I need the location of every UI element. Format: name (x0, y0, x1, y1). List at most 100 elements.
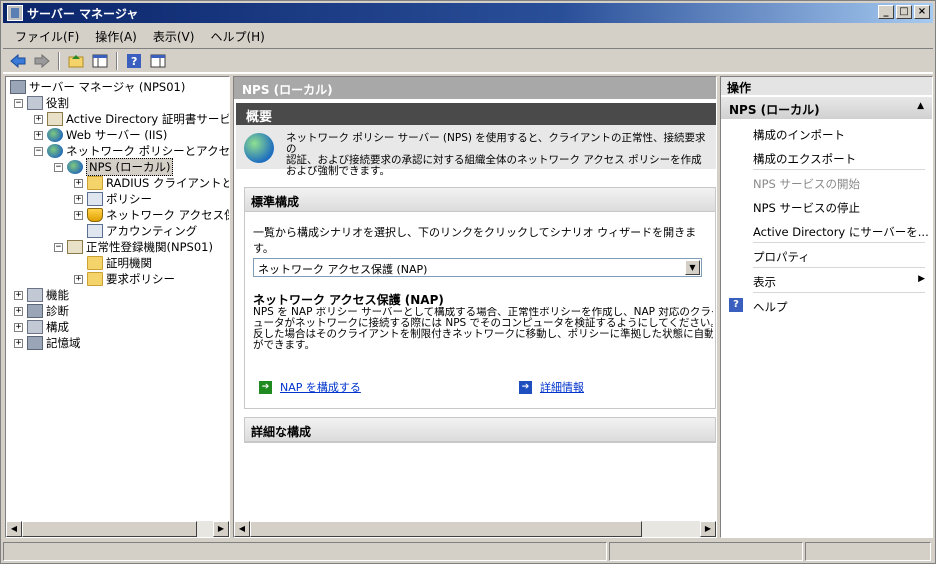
collapse-icon[interactable]: − (14, 98, 23, 108)
expand-icon[interactable]: + (34, 130, 43, 140)
show-hide-tree-button[interactable] (89, 50, 111, 72)
action-export-config[interactable]: 構成のエクスポート (753, 151, 856, 167)
tree-item-nap[interactable]: + ネットワーク アクセス保護 (74, 207, 229, 223)
web-server-icon (47, 128, 63, 142)
action-view[interactable]: 表示 ▶ (753, 274, 925, 290)
back-button[interactable] (7, 50, 29, 72)
configuration-icon (27, 320, 43, 334)
features-icon (27, 288, 43, 302)
tree-item-ca[interactable]: 証明機関 (74, 255, 152, 271)
expand-icon[interactable]: + (14, 290, 23, 300)
diagnostics-icon (27, 304, 43, 318)
tree-item-nps-local[interactable]: − NPS (ローカル) (54, 158, 174, 176)
help-icon: ? (127, 54, 141, 68)
learn-more-link[interactable]: ➔ 詳細情報 (519, 379, 584, 395)
section-title[interactable]: 標準構成 (245, 188, 715, 212)
action-stop-nps[interactable]: NPS サービスの停止 (753, 200, 860, 216)
nap-shield-icon (87, 208, 103, 222)
expand-icon[interactable]: + (74, 178, 83, 188)
nps-globe-icon (67, 160, 83, 174)
folder-icon (87, 256, 103, 270)
menu-view[interactable]: 表示(V) (145, 26, 203, 47)
scroll-thumb[interactable] (22, 521, 197, 537)
svg-text:?: ? (131, 55, 137, 68)
collapse-caret-icon[interactable]: ▲ (917, 101, 924, 111)
accounting-icon (87, 224, 103, 238)
tree-horizontal-scrollbar[interactable]: ◀ ▶ (6, 521, 229, 537)
tree-item-iis[interactable]: + Web サーバー (IIS) (34, 127, 167, 143)
action-pane: 操作 NPS (ローカル) ▲ 構成のインポート 構成のエクスポート NPS サ… (720, 76, 933, 538)
console-tree-pane: サーバー マネージャ (NPS01) − 役割 + Active Directo… (5, 76, 230, 538)
expand-icon[interactable]: + (14, 306, 23, 316)
overview-header: 概要 (236, 103, 716, 125)
action-register-ad[interactable]: Active Directory にサーバーを... (753, 224, 929, 240)
section-title[interactable]: 詳細な構成 (245, 418, 715, 442)
menu-help[interactable]: ヘルプ(H) (202, 26, 272, 47)
minimize-button[interactable]: _ (878, 5, 894, 19)
tree-item-accounting[interactable]: アカウンティング (74, 223, 197, 239)
expand-icon[interactable]: + (74, 194, 83, 204)
tree-item-adcs[interactable]: + Active Directory 証明書サービス (34, 111, 229, 127)
results-pane-title: NPS (ローカル) (234, 77, 716, 99)
menu-action[interactable]: 操作(A) (87, 26, 145, 47)
tree-item-diagnostics[interactable]: + 診断 (14, 303, 69, 319)
action-import-config[interactable]: 構成のインポート (753, 127, 845, 143)
close-button[interactable]: × (914, 5, 930, 19)
menu-file[interactable]: ファイル(F) (7, 26, 87, 47)
tree-item-radius[interactable]: + RADIUS クライアントとサーバー (74, 175, 229, 191)
back-arrow-icon (10, 54, 26, 68)
show-hide-action-pane-button[interactable] (147, 50, 169, 72)
action-start-nps: NPS サービスの開始 (753, 177, 860, 191)
up-one-level-button[interactable] (65, 50, 87, 72)
action-properties[interactable]: プロパティ (753, 249, 810, 265)
tree-item-server-manager[interactable]: サーバー マネージャ (NPS01) (10, 79, 185, 95)
scroll-left-button[interactable]: ◀ (234, 521, 250, 537)
help-button[interactable]: ? (123, 50, 145, 72)
collapse-icon[interactable]: − (34, 146, 43, 156)
expand-icon[interactable]: + (14, 338, 23, 348)
arrow-right-icon: ➔ (259, 380, 272, 394)
maximize-button[interactable]: □ (896, 5, 912, 19)
status-cell (805, 542, 931, 561)
tree-item-policies[interactable]: + ポリシー (74, 191, 152, 207)
tree-item-features[interactable]: + 機能 (14, 287, 69, 303)
tree-item-roles[interactable]: − 役割 (14, 95, 69, 111)
forward-arrow-icon (34, 54, 50, 68)
advanced-configuration-section: 詳細な構成 (244, 417, 716, 443)
dropdown-arrow-icon[interactable]: ▼ (685, 260, 700, 275)
scenario-dropdown[interactable]: ネットワーク アクセス保護 (NAP) ▼ (253, 258, 702, 277)
folder-icon (87, 272, 103, 286)
tree-item-storage[interactable]: + 記憶域 (14, 335, 81, 351)
results-horizontal-scrollbar[interactable]: ◀ ▶ (234, 521, 716, 537)
forward-button[interactable] (31, 50, 53, 72)
configure-nap-link[interactable]: ➔ NAP を構成する (259, 379, 361, 395)
tree-item-configuration[interactable]: + 構成 (14, 319, 69, 335)
submenu-arrow-icon: ▶ (918, 274, 925, 284)
certificate-services-icon (47, 112, 63, 126)
tree-item-hra[interactable]: − 正常性登録機関(NPS01) (54, 239, 213, 255)
status-cell (3, 542, 607, 561)
scroll-left-button[interactable]: ◀ (6, 521, 22, 537)
expand-icon[interactable]: + (74, 274, 83, 284)
collapse-icon[interactable]: − (54, 162, 63, 172)
folder-up-icon (68, 55, 84, 68)
scroll-right-button[interactable]: ▶ (700, 521, 716, 537)
expand-icon[interactable]: + (74, 210, 83, 220)
tree-item-request-policy[interactable]: + 要求ポリシー (74, 271, 175, 287)
title-bar[interactable]: サーバー マネージャ _ □ × (3, 3, 933, 23)
scroll-thumb[interactable] (250, 521, 642, 537)
expand-icon[interactable]: + (14, 322, 23, 332)
console-tree-icon (92, 54, 108, 68)
status-cell (609, 542, 803, 561)
window-title: サーバー マネージャ (27, 6, 139, 21)
tree-item-npas[interactable]: − ネットワーク ポリシーとアクセス サービス (34, 143, 229, 159)
action-pane-header: 操作 (721, 77, 932, 95)
scroll-right-button[interactable]: ▶ (213, 521, 229, 537)
action-help[interactable]: ヘルプ (753, 299, 788, 315)
storage-icon (27, 336, 43, 350)
action-group-nps[interactable]: NPS (ローカル) ▲ (721, 97, 932, 119)
action-pane-icon (150, 54, 166, 68)
toolbar: ? (3, 48, 933, 74)
collapse-icon[interactable]: − (54, 242, 63, 252)
expand-icon[interactable]: + (34, 114, 43, 124)
